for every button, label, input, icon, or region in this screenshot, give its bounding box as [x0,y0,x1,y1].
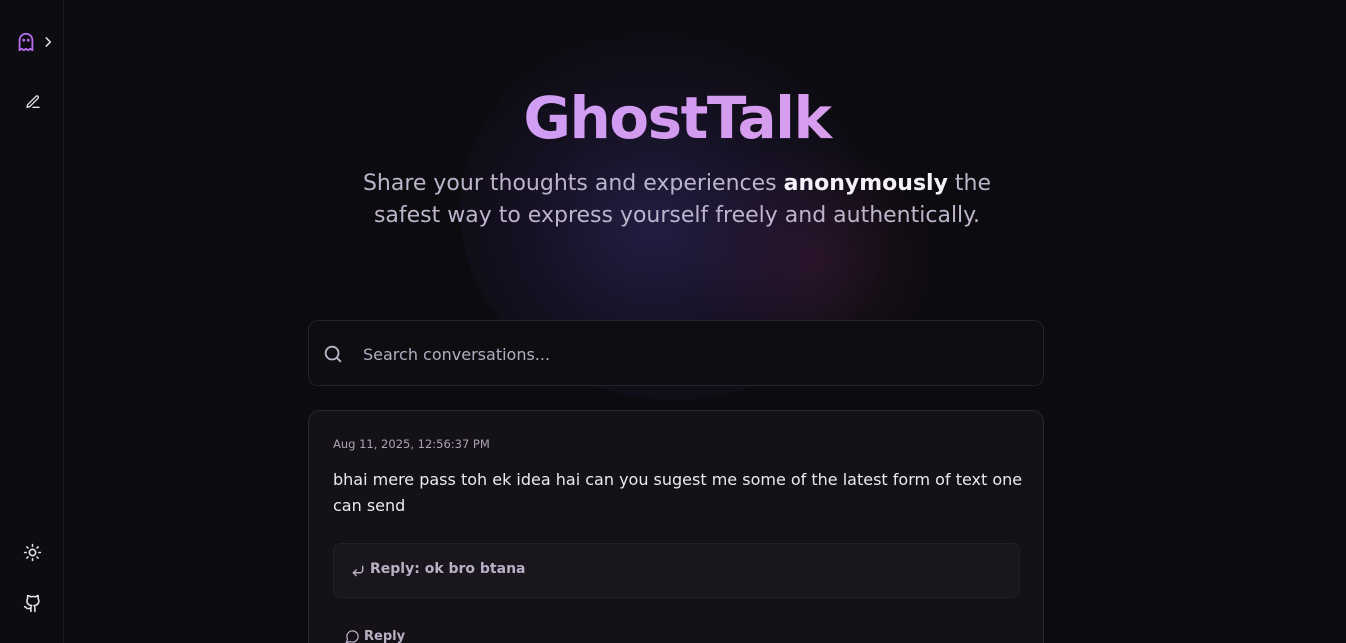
github-icon [23,594,40,612]
search-input[interactable] [363,339,1023,369]
main-content: GhostTalk Share your thoughts and experi… [65,0,1346,643]
ghost-icon [18,32,34,52]
sidebar [0,0,64,643]
github-link[interactable] [19,590,45,616]
sidebar-toggle-button[interactable] [14,30,56,54]
reply-arrow-icon [352,565,364,577]
page-title: GhostTalk [65,80,1289,156]
reply-button[interactable]: Reply [345,629,405,643]
post-card: Aug 11, 2025, 12:56:37 PM bhai mere pass… [308,410,1044,643]
search-icon [324,345,342,363]
search-bar [308,320,1044,386]
reply-item: Reply: ok bro btana [333,543,1020,598]
reply-button-label: Reply [364,629,406,643]
sun-icon [23,543,41,561]
theme-toggle-button[interactable] [19,539,45,565]
post-message: bhai mere pass toh ek idea hai can you s… [333,470,1023,515]
page-subtitle: Share your thoughts and experiences anon… [327,168,1027,232]
subtitle-text: Share your thoughts and experiences [362,171,784,196]
new-post-button[interactable] [20,90,46,114]
chevron-right-icon [45,37,52,47]
subtitle-emphasis: anonymously [783,171,948,196]
pencil-icon [26,95,40,108]
message-circle-icon [345,630,359,643]
post-timestamp: Aug 11, 2025, 12:56:37 PM [333,437,490,451]
reply-text: Reply: ok bro btana [370,561,526,577]
